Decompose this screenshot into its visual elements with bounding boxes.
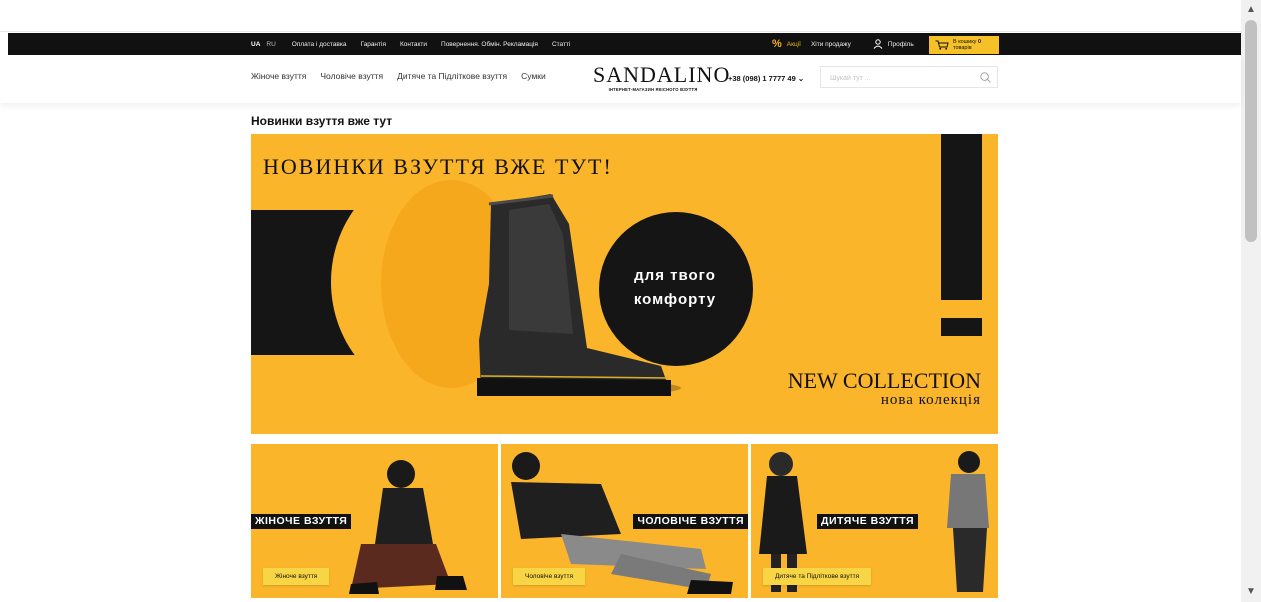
cart-items-label: товарів [953,45,972,51]
nav-men[interactable]: Чоловіче взуття [320,71,383,81]
cart-summary: В кошику 0 товарів [953,39,981,51]
hero-circle-line2: комфорту [633,291,717,308]
hero-circle-line1: для твого [634,267,716,284]
link-warranty[interactable]: Гарантія [360,41,386,48]
hero-exclamation-bar [941,134,982,300]
tile-men-banner: ЧОЛОВІЧЕ ВЗУТТЯ [633,514,748,529]
logo-tagline: ІНТЕРНЕТ-МАГАЗИН ЯКІСНОГО ВЗУТТЯ [608,87,698,92]
bestsellers-link[interactable]: Хіти продажу [811,41,851,48]
percent-icon[interactable]: % [772,38,782,50]
hero-circle-text: для твого комфорту [600,264,750,312]
scrollbar-thumb[interactable] [1245,20,1257,242]
hero-exclamation-dot [941,318,982,336]
link-payment-delivery[interactable]: Оплата і доставка [292,41,347,48]
tile-women[interactable]: ЖІНОЧЕ ВЗУТТЯ Жіноче взуття [251,444,498,598]
hero-banner[interactable]: НОВИНКИ ВЗУТТЯ ВЖЕ ТУТ! для твого комфор… [251,134,998,434]
phone-number: +38 (098) 1 7777 49 [728,74,796,83]
hero-collection-ua: нова колекція [880,392,981,408]
men-shoes-button[interactable]: Чоловіче взуття [513,568,586,585]
site-logo[interactable]: SANDALINO ІНТЕРНЕТ-МАГАЗИН ЯКІСНОГО ВЗУТ… [593,62,731,93]
main-nav: Жіноче взуття Чоловіче взуття Дитяче та … [251,71,560,81]
lang-ua[interactable]: UA [251,41,260,48]
cart-count: 0 [977,39,982,45]
search-icon[interactable] [980,72,991,83]
tile-kids[interactable]: ДИТЯЧЕ ВЗУТТЯ Дитяче та Підліткове взутт… [751,444,998,598]
utility-bar: UA RU Оплата і доставка Гарантія Контакт… [8,33,1241,55]
tile-women-banner: ЖІНОЧЕ ВЗУТТЯ [251,514,352,529]
link-articles[interactable]: Статті [552,41,570,48]
main-header: Жіноче взуття Чоловіче взуття Дитяче та … [0,55,1241,103]
scroll-up-icon[interactable]: ▲ [1241,2,1261,18]
nav-bags[interactable]: Сумки [521,71,546,81]
lang-ru[interactable]: RU [266,41,275,48]
phone-dropdown[interactable]: +38 (098) 1 7777 49 ⌄ [728,74,804,83]
tile-men[interactable]: ЧОЛОВІЧЕ ВЗУТТЯ Чоловіче взуття [501,444,748,598]
tile-kids-banner: ДИТЯЧЕ ВЗУТТЯ [817,514,919,529]
promo-link[interactable]: Акції [787,41,801,48]
kids-shoes-button[interactable]: Дитяче та Підліткове взуття [763,568,872,585]
cart-button[interactable]: В кошику 0 товарів [929,36,999,54]
profile-link[interactable]: Профіль [888,41,914,48]
user-icon[interactable] [873,39,883,49]
search-box [820,66,998,89]
nav-kids[interactable]: Дитяче та Підліткове взуття [397,71,507,81]
cart-icon [935,40,949,50]
browser-top-strip [0,0,1241,32]
search-input[interactable] [821,68,971,89]
chevron-down-icon: ⌄ [797,74,805,83]
nav-women[interactable]: Жіноче взуття [251,71,306,81]
hero-title: НОВИНКИ ВЗУТТЯ ВЖЕ ТУТ! [263,154,613,179]
page-scrollbar[interactable]: ▲ ▼ [1241,0,1261,602]
utility-left: UA RU Оплата і доставка Гарантія Контакт… [251,33,584,55]
women-shoes-button[interactable]: Жіноче взуття [263,568,330,585]
scroll-down-icon[interactable]: ▼ [1241,584,1261,600]
logo-name: SANDALINO [593,62,731,87]
hero-collection-en: NEW COLLECTION [787,368,981,393]
link-contacts[interactable]: Контакти [400,41,427,48]
page-title: Новинки взуття вже тут [251,114,393,128]
utility-right: % Акції Хіти продажу Профіль [772,33,936,55]
link-returns[interactable]: Повернення. Обмін. Рекламація [441,41,538,48]
